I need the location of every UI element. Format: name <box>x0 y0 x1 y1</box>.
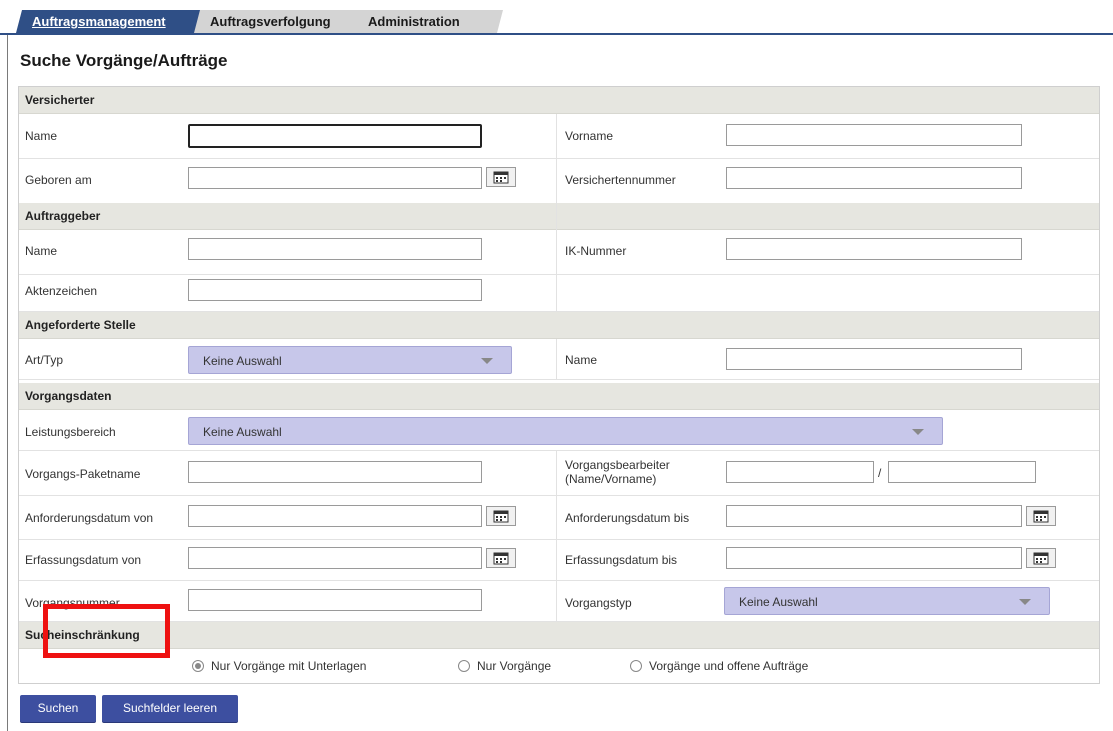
radio-vorgaenge-und-offene-auftraege[interactable]: Vorgänge und offene Aufträge <box>630 659 808 673</box>
radio-unselected-icon <box>630 660 642 672</box>
versicherter-vorname-input[interactable] <box>726 124 1022 146</box>
auftraggeber-name-input[interactable] <box>188 238 482 260</box>
row-aktenzeichen: Aktenzeichen <box>19 275 1099 312</box>
row-erfassungsdatum: Erfassungsdatum von Erfassungsdatum bis <box>19 540 1099 581</box>
chevron-down-icon <box>912 429 924 435</box>
row-search-restriction: Nur Vorgänge mit Unterlagen Nur Vorgänge… <box>19 649 1099 682</box>
versicherter-name-input[interactable] <box>188 124 482 148</box>
name-vorname-separator: / <box>878 466 882 480</box>
chevron-down-icon <box>1019 599 1031 605</box>
leistungsbereich-selected-value: Keine Auswahl <box>203 425 282 439</box>
clear-fields-button[interactable]: Suchfelder leeren <box>102 695 238 722</box>
label-aktenzeichen: Aktenzeichen <box>25 284 98 298</box>
label-bearbeiter-line2: (Name/Vorname) <box>565 472 657 486</box>
label-erfassungsdatum-bis: Erfassungsdatum bis <box>565 553 678 567</box>
tab-auftragsmanagement[interactable]: Auftragsmanagement <box>16 10 204 33</box>
label-anforderungsdatum-bis: Anforderungsdatum bis <box>565 511 690 525</box>
aktenzeichen-input[interactable] <box>188 279 482 301</box>
anforderungsdatum-bis-input[interactable] <box>726 505 1022 527</box>
column-divider <box>556 451 557 621</box>
calendar-icon[interactable] <box>486 167 516 187</box>
label-ik-nummer: IK-Nummer <box>565 244 627 258</box>
leistungsbereich-dropdown[interactable]: Keine Auswahl <box>188 417 943 445</box>
section-header-sucheinschraenkung: Sucheinschränkung <box>19 622 1099 649</box>
row-geboren-versichertennummer: Geboren am Versichertennummer <box>19 159 1099 204</box>
label-stelle-name: Name <box>565 353 598 367</box>
erfassungsdatum-von-input[interactable] <box>188 547 482 569</box>
bearbeiter-vorname-input[interactable] <box>888 461 1036 483</box>
radio-label: Nur Vorgänge <box>477 659 552 673</box>
label-erfassungsdatum-von: Erfassungsdatum von <box>25 553 142 567</box>
left-border <box>7 35 8 731</box>
label-paketname: Vorgangs-Paketname <box>25 467 141 481</box>
tab-administration[interactable]: Administration <box>352 10 503 33</box>
row-paketname-bearbeiter: Vorgangs-Paketname Vorgangsbearbeiter (N… <box>19 451 1099 496</box>
radio-nur-vorgaenge[interactable]: Nur Vorgänge <box>458 659 551 673</box>
page-title: Suche Vorgänge/Aufträge <box>20 51 228 70</box>
search-form: Versicherter Name Vorname Geboren am Ver… <box>18 86 1100 684</box>
calendar-icon[interactable] <box>1026 548 1056 568</box>
tab-auftragsverfolgung[interactable]: Auftragsverfolgung <box>194 10 373 33</box>
chevron-down-icon <box>481 358 493 364</box>
label-vorgangstyp: Vorgangstyp <box>565 596 632 610</box>
geboren-am-input[interactable] <box>188 167 482 189</box>
bearbeiter-name-input[interactable] <box>726 461 874 483</box>
label-bearbeiter-line1: Vorgangsbearbeiter <box>565 458 670 472</box>
column-divider <box>556 339 557 379</box>
label-versichertennummer: Versichertennummer <box>565 173 676 187</box>
section-header-versicherter: Versicherter <box>19 87 1099 114</box>
label-name: Name <box>25 129 58 143</box>
row-vorgangsnummer: Vorgangsnummer Vorgangstyp Keine Auswahl <box>19 581 1099 622</box>
section-header-angeforderte-stelle: Angeforderte Stelle <box>19 312 1099 339</box>
radio-label: Nur Vorgänge mit Unterlagen <box>211 659 367 673</box>
row-name-vorname: Name Vorname <box>19 114 1099 159</box>
section-header-auftraggeber: Auftraggeber <box>19 203 1099 230</box>
ik-nummer-input[interactable] <box>726 238 1022 260</box>
label-anforderungsdatum-von: Anforderungsdatum von <box>25 511 154 525</box>
label-geboren-am: Geboren am <box>25 173 92 187</box>
label-vorname: Vorname <box>565 129 614 143</box>
radio-unselected-icon <box>458 660 470 672</box>
anforderungsdatum-von-input[interactable] <box>188 505 482 527</box>
tab-bar-underline <box>0 33 1113 35</box>
radio-selected-icon <box>192 660 204 672</box>
erfassungsdatum-bis-input[interactable] <box>726 547 1022 569</box>
calendar-icon[interactable] <box>486 548 516 568</box>
paketname-input[interactable] <box>188 461 482 483</box>
calendar-icon[interactable] <box>1026 506 1056 526</box>
search-button[interactable]: Suchen <box>20 695 96 722</box>
art-typ-dropdown[interactable]: Keine Auswahl <box>188 346 512 374</box>
versichertennummer-input[interactable] <box>726 167 1022 189</box>
vorgangstyp-dropdown[interactable]: Keine Auswahl <box>724 587 1050 615</box>
row-art-typ: Art/Typ Keine Auswahl Name <box>19 339 1099 380</box>
section-header-vorgangsdaten: Vorgangsdaten <box>19 383 1099 410</box>
label-leistungsbereich: Leistungsbereich <box>25 425 116 439</box>
highlight-box <box>43 604 170 658</box>
art-typ-selected-value: Keine Auswahl <box>203 354 282 368</box>
row-auftraggeber-name: Name IK-Nummer <box>19 230 1099 275</box>
vorgangsnummer-input[interactable] <box>188 589 482 611</box>
label-auftraggeber-name: Name <box>25 244 58 258</box>
label-art-typ: Art/Typ <box>25 353 64 367</box>
radio-label: Vorgänge und offene Aufträge <box>649 659 809 673</box>
row-leistungsbereich: Leistungsbereich Keine Auswahl <box>19 410 1099 451</box>
column-divider <box>556 114 557 311</box>
radio-nur-vorgaenge-mit-unterlagen[interactable]: Nur Vorgänge mit Unterlagen <box>192 659 366 673</box>
stelle-name-input[interactable] <box>726 348 1022 370</box>
vorgangstyp-selected-value: Keine Auswahl <box>739 595 818 609</box>
row-anforderungsdatum: Anforderungsdatum von Anforderungsdatum … <box>19 496 1099 540</box>
calendar-icon[interactable] <box>486 506 516 526</box>
